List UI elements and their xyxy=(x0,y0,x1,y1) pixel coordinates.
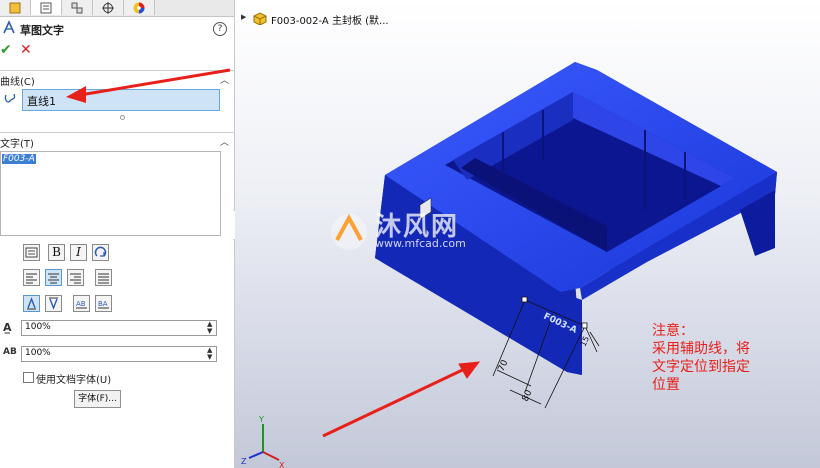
use-document-font-checkbox[interactable] xyxy=(23,372,34,383)
curve-section-header[interactable]: 曲线(C) ︿ xyxy=(0,70,234,88)
feature-header: 草图文字 ? xyxy=(0,20,234,38)
curve-icon xyxy=(4,93,16,103)
color-wheel-icon xyxy=(133,2,145,14)
justify-icon xyxy=(98,273,109,284)
watermark-url: www.mfcad.com xyxy=(375,237,466,250)
note-line: 位置 xyxy=(652,377,680,393)
resize-handle[interactable] xyxy=(120,115,125,120)
configuration-manager-tab[interactable] xyxy=(62,0,93,15)
triad-z-label: Z xyxy=(241,457,247,466)
display-manager-tab[interactable] xyxy=(124,0,155,15)
align-center-button[interactable] xyxy=(45,269,62,286)
width-factor-spinner[interactable]: ▲ ▼ xyxy=(207,321,212,335)
model-view: F003-A 70 80 15 Y X Z xyxy=(241,62,777,468)
align-right-button[interactable] xyxy=(67,269,84,286)
text-input-value: F003-A xyxy=(2,154,36,164)
char-spacing-icon: AB xyxy=(3,347,17,357)
crosshair-icon xyxy=(102,2,114,14)
align-left-button[interactable] xyxy=(23,269,40,286)
flip-vertical-down-button[interactable] xyxy=(45,295,62,312)
link-property-button[interactable] xyxy=(23,244,40,261)
flip-down-icon xyxy=(49,297,58,310)
bold-button[interactable]: B xyxy=(48,244,65,261)
manager-tab-bar xyxy=(0,0,234,17)
char-spacing-spinner[interactable]: ▲ ▼ xyxy=(207,347,212,361)
curve-section-label: 曲线(C) xyxy=(0,77,35,88)
note-line: 文字定位到指定 xyxy=(652,359,750,375)
curve-selection-value: 直线1 xyxy=(27,95,56,108)
configuration-icon xyxy=(71,2,83,14)
help-icon[interactable]: ? xyxy=(213,22,227,36)
property-manager-tab[interactable] xyxy=(31,0,62,15)
collapse-chevron-icon[interactable]: ︿ xyxy=(220,73,229,86)
curve-selection-box[interactable]: 直线1 xyxy=(22,89,220,111)
note-annotation: 注意： 采用辅助线，将 文字定位到指定 位置 xyxy=(652,322,750,394)
property-manager-panel: 草图文字 ? ✔ ✕ 曲线(C) ︿ 直线1 文字(T) ︿ F003-A B … xyxy=(0,0,235,468)
flip-up-icon xyxy=(27,297,36,310)
width-factor-input[interactable]: 100% xyxy=(21,320,217,336)
feature-title: 草图文字 xyxy=(20,24,64,37)
font-button[interactable]: 字体(F)... xyxy=(74,390,121,408)
align-center-icon xyxy=(48,273,59,284)
property-list-icon xyxy=(40,2,52,14)
rotate-icon xyxy=(94,246,107,257)
flip-ab-icon: AB xyxy=(76,300,87,309)
flip-horizontal-button[interactable]: AB xyxy=(73,295,90,312)
cancel-button[interactable]: ✕ xyxy=(20,42,32,58)
align-right-icon xyxy=(70,273,81,284)
width-factor-icon: A̲ xyxy=(3,321,12,334)
use-document-font-label: 使用文档字体(U) xyxy=(36,375,112,386)
collapse-chevron-icon[interactable]: ︿ xyxy=(220,135,229,148)
flip-ba-icon: BA xyxy=(98,300,109,309)
dimxpert-tab[interactable] xyxy=(93,0,124,15)
triad-x-label: X xyxy=(279,461,285,468)
dimension-80[interactable]: 80 xyxy=(521,388,535,403)
rotate-button[interactable] xyxy=(92,244,109,261)
flip-horizontal-reverse-button[interactable]: BA xyxy=(95,295,112,312)
text-section-header[interactable]: 文字(T) ︿ xyxy=(0,132,234,150)
text-input-area[interactable]: F003-A xyxy=(0,151,221,236)
ok-button[interactable]: ✔ xyxy=(0,42,12,58)
char-spacing-input[interactable]: 100% xyxy=(21,346,217,362)
feature-tree-icon xyxy=(9,2,21,14)
svg-text:BA: BA xyxy=(98,300,108,308)
graphics-area[interactable]: ▶ F003-002-A 主封板 (默... F003-A 70 80 15 Y… xyxy=(235,0,820,468)
char-spacing-value: 100% xyxy=(25,348,51,358)
note-line: 采用辅助线，将 xyxy=(652,341,750,357)
sketch-text-icon xyxy=(3,20,15,34)
text-section-label: 文字(T) xyxy=(0,139,34,150)
flip-vertical-up-button[interactable] xyxy=(23,295,40,312)
width-factor-value: 100% xyxy=(25,322,51,332)
link-property-icon xyxy=(25,247,38,258)
watermark-logo-icon xyxy=(331,213,367,250)
note-line: 注意： xyxy=(652,323,694,339)
align-left-icon xyxy=(26,273,37,284)
dimension-70[interactable]: 70 xyxy=(497,358,511,373)
triad-y-label: Y xyxy=(258,415,264,424)
italic-button[interactable]: I xyxy=(70,244,87,261)
justify-button[interactable] xyxy=(95,269,112,286)
svg-text:AB: AB xyxy=(76,300,86,308)
feature-manager-tab[interactable] xyxy=(0,0,31,15)
view-triad: Y X Z xyxy=(241,415,285,468)
watermark: 沐风网 www.mfcad.com xyxy=(327,210,497,260)
